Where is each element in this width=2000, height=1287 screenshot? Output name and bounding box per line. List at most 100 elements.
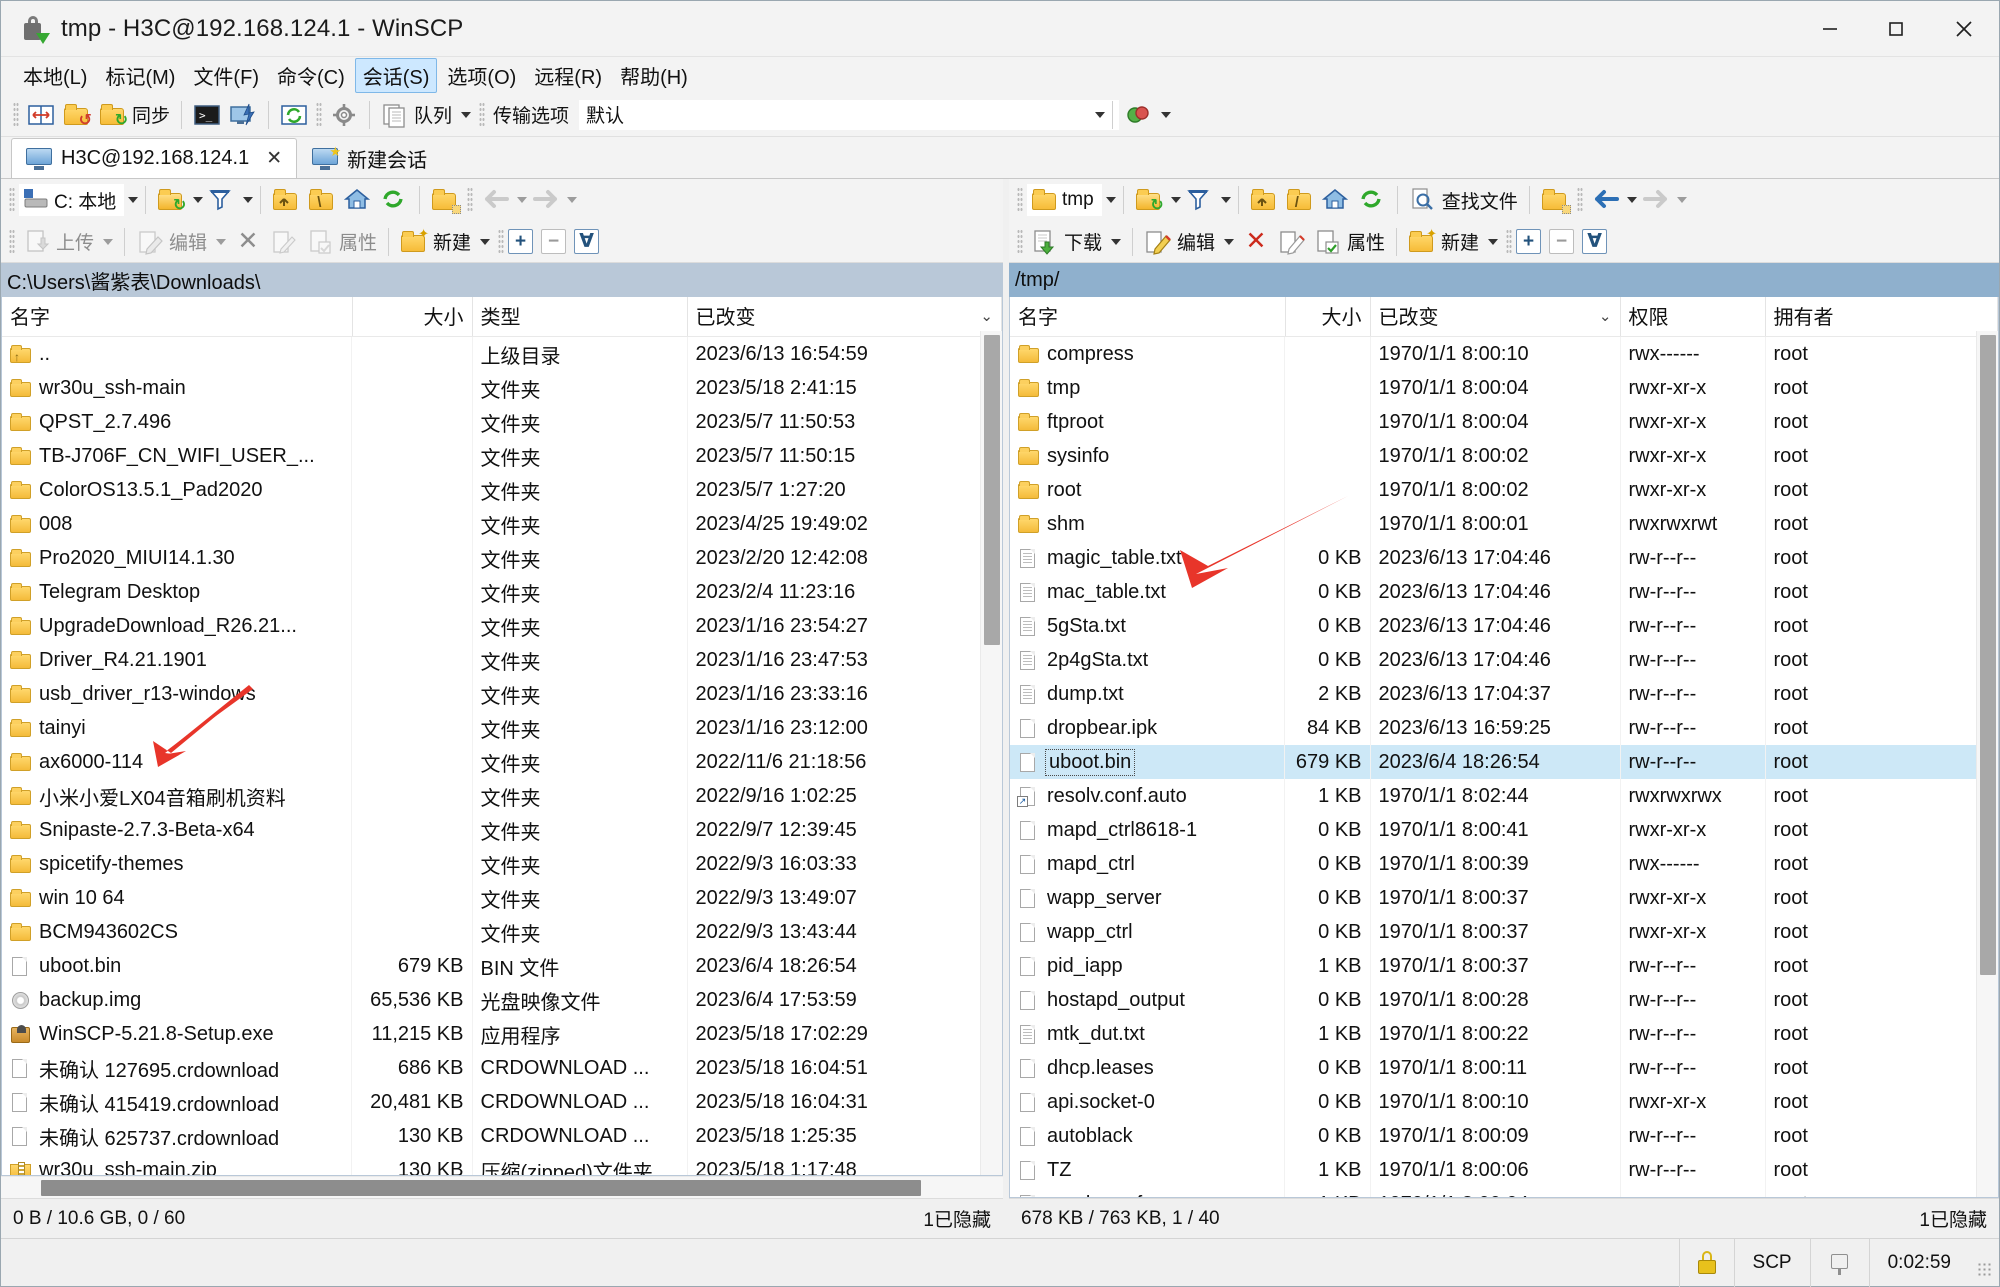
- table-row[interactable]: Driver_R4.21.1901 文件夹 2023/1/16 23:47:53: [2, 643, 1002, 677]
- local-refresh-button[interactable]: [376, 182, 412, 218]
- remote-new-caret-icon[interactable]: [1488, 238, 1499, 245]
- remote-actions-grip-2[interactable]: [1506, 228, 1513, 255]
- file-name-cell[interactable]: 008: [2, 507, 352, 541]
- remote-col-name[interactable]: 名字: [1010, 297, 1286, 337]
- remote-properties-button[interactable]: 属性: [1310, 224, 1389, 260]
- local-bookmark-button[interactable]: [427, 182, 463, 218]
- file-name-cell[interactable]: Telegram Desktop: [2, 575, 352, 609]
- table-row[interactable]: 小米小爱LX04音箱刷机资料 文件夹 2022/9/16 1:02:25: [2, 779, 1002, 813]
- toolbar-grip-3[interactable]: [479, 101, 486, 128]
- remote-new-button[interactable]: ✦ 新建: [1404, 224, 1502, 260]
- file-name-cell[interactable]: ↗ resolv.conf: [1010, 1187, 1285, 1197]
- file-name-cell[interactable]: 小米小爱LX04音箱刷机资料: [2, 779, 352, 813]
- remote-parent-directory-button[interactable]: [1246, 182, 1282, 218]
- file-name-cell[interactable]: magic_table.txt: [1010, 541, 1285, 575]
- table-row[interactable]: api.socket-0 0 KB 1970/1/1 8:00:10 rwxr-xr-…: [1010, 1085, 1998, 1119]
- local-rename-button[interactable]: [266, 224, 302, 260]
- local-open-directory-button[interactable]: ↻: [153, 182, 189, 218]
- file-name-cell[interactable]: ax6000-114: [2, 745, 352, 779]
- table-row[interactable]: wr30u_ssh-main 文件夹 2023/5/18 2:41:15: [2, 371, 1002, 405]
- table-row[interactable]: TZ 1 KB 1970/1/1 8:00:06 rw-r--r-- root: [1010, 1153, 1998, 1187]
- remote-forward-caret-icon[interactable]: [1676, 197, 1687, 203]
- local-drive-selector[interactable]: C: 本地: [19, 184, 125, 216]
- local-col-type[interactable]: 类型: [472, 297, 688, 337]
- local-open-caret-icon[interactable]: [193, 197, 204, 203]
- file-name-cell[interactable]: backup.img: [2, 983, 352, 1017]
- remote-rename-button[interactable]: [1274, 224, 1310, 260]
- local-properties-button[interactable]: 属性: [302, 224, 381, 260]
- table-row[interactable]: mac_table.txt 0 KB 2023/6/13 17:04:46 rw-r-…: [1010, 575, 1998, 609]
- find-files-button[interactable]: 查找文件: [1405, 182, 1522, 218]
- table-row[interactable]: compress 1970/1/1 8:00:10 rwx------ root: [1010, 336, 1998, 371]
- file-name-cell[interactable]: 5gSta.txt: [1010, 609, 1285, 643]
- toolbar-grip[interactable]: [13, 101, 19, 128]
- table-row[interactable]: autoblack 0 KB 1970/1/1 8:00:09 rw-r--r-- ro…: [1010, 1119, 1998, 1153]
- local-parent-directory-button[interactable]: [268, 182, 304, 218]
- local-back-caret-icon[interactable]: [517, 197, 528, 203]
- file-name-cell[interactable]: ftproot: [1010, 405, 1285, 439]
- local-vertical-scrollbar[interactable]: [980, 331, 1002, 1175]
- download-button[interactable]: 下载: [1027, 224, 1125, 260]
- window-resize-grip[interactable]: [1977, 1261, 1993, 1278]
- table-row[interactable]: usb_driver_r13-windows 文件夹 2023/1/16 23:33…: [2, 677, 1002, 711]
- file-name-cell[interactable]: QPST_2.7.496: [2, 405, 352, 439]
- table-row[interactable]: uboot.bin 679 KB BIN 文件 2023/6/4 18:26:54: [2, 949, 1002, 983]
- table-row[interactable]: shm 1970/1/1 8:00:01 rwxrwxrwt root: [1010, 507, 1998, 541]
- remote-select-less-button[interactable]: −: [1549, 229, 1575, 254]
- local-edit-button[interactable]: 编辑: [132, 224, 230, 260]
- queue-caret-icon[interactable]: [461, 111, 472, 118]
- table-row[interactable]: 未确认 415419.crdownload 20,481 KB CRDOWNLOAD…: [2, 1085, 1002, 1119]
- file-name-cell[interactable]: ↑..: [2, 337, 352, 371]
- file-name-cell[interactable]: 2p4gSta.txt: [1010, 643, 1285, 677]
- local-drive-caret-icon[interactable]: [128, 197, 139, 203]
- transfer-settings-button[interactable]: [1120, 97, 1175, 133]
- local-select-invert-button[interactable]: ∀: [574, 229, 600, 254]
- local-home-directory-button[interactable]: [340, 182, 376, 218]
- table-row[interactable]: UpgradeDownload_R26.21... 文件夹 2023/1/16 23…: [2, 609, 1002, 643]
- menu-local[interactable]: 本地(L): [15, 58, 95, 93]
- remote-toolbar-grip[interactable]: [1017, 187, 1023, 213]
- remote-select-more-button[interactable]: +: [1516, 229, 1542, 254]
- file-name-cell[interactable]: sysinfo: [1010, 439, 1285, 473]
- transfer-settings-caret-icon[interactable]: [1161, 111, 1172, 118]
- local-col-name[interactable]: 名字: [2, 297, 353, 337]
- table-row[interactable]: hostapd_output 0 KB 1970/1/1 8:00:28 rw-r--…: [1010, 983, 1998, 1017]
- remote-col-changed[interactable]: 已改变 ⌄: [1370, 297, 1621, 337]
- table-row[interactable]: backup.img 65,536 KB 光盘映像文件 2023/6/4 17:53:…: [2, 983, 1002, 1017]
- file-name-cell[interactable]: dump.txt: [1010, 677, 1285, 711]
- refresh-button[interactable]: [276, 97, 312, 133]
- split-panels-button[interactable]: [23, 97, 59, 133]
- menu-mark[interactable]: 标记(M): [97, 58, 183, 93]
- table-row[interactable]: Telegram Desktop 文件夹 2023/2/4 11:23:16: [2, 575, 1002, 609]
- local-forward-button[interactable]: [527, 182, 563, 218]
- table-row[interactable]: wapp_ctrl 0 KB 1970/1/1 8:00:37 rwxr-xr-x ro…: [1010, 915, 1998, 949]
- remote-actions-grip[interactable]: [1017, 228, 1023, 255]
- remote-col-rights[interactable]: 权限: [1620, 297, 1766, 337]
- menu-remote[interactable]: 远程(R): [526, 58, 610, 93]
- remote-forward-button[interactable]: [1637, 182, 1673, 218]
- remote-bookmark-button[interactable]: [1537, 182, 1573, 218]
- remote-root-directory-button[interactable]: /: [1282, 182, 1318, 218]
- remote-back-button[interactable]: [1587, 182, 1623, 218]
- table-row[interactable]: mapd_ctrl8618-1 0 KB 1970/1/1 8:00:41 rwxr-…: [1010, 813, 1998, 847]
- file-name-cell[interactable]: Driver_R4.21.1901: [2, 643, 352, 677]
- file-name-cell[interactable]: mapd_ctrl: [1010, 847, 1285, 881]
- toolbar-grip-2[interactable]: [316, 101, 323, 128]
- file-name-cell[interactable]: root: [1010, 473, 1285, 507]
- file-name-cell[interactable]: shm: [1010, 507, 1285, 541]
- queue-button[interactable]: 队列: [377, 97, 475, 133]
- file-name-cell[interactable]: compress: [1010, 337, 1285, 371]
- table-row[interactable]: pid_iapp 1 KB 1970/1/1 8:00:37 rw-r--r-- roo…: [1010, 949, 1998, 983]
- tab-close-icon[interactable]: ✕: [266, 147, 282, 170]
- local-new-caret-icon[interactable]: [480, 238, 491, 245]
- tab-session-h3c[interactable]: H3C@192.168.124.1 ✕: [11, 138, 298, 178]
- file-name-cell[interactable]: ColorOS13.5.1_Pad2020: [2, 473, 352, 507]
- menu-session[interactable]: 会话(S): [354, 57, 438, 93]
- local-back-button[interactable]: [477, 182, 513, 218]
- close-button[interactable]: [1929, 1, 1999, 57]
- file-name-cell[interactable]: Pro2020_MIUI14.1.30: [2, 541, 352, 575]
- file-name-cell[interactable]: TB-J706F_CN_WIFI_USER_...: [2, 439, 352, 473]
- table-row[interactable]: TB-J706F_CN_WIFI_USER_... 文件夹 2023/5/7 11:…: [2, 439, 1002, 473]
- local-col-size[interactable]: 大小: [352, 297, 473, 337]
- remote-select-invert-button[interactable]: ∀: [1582, 229, 1608, 254]
